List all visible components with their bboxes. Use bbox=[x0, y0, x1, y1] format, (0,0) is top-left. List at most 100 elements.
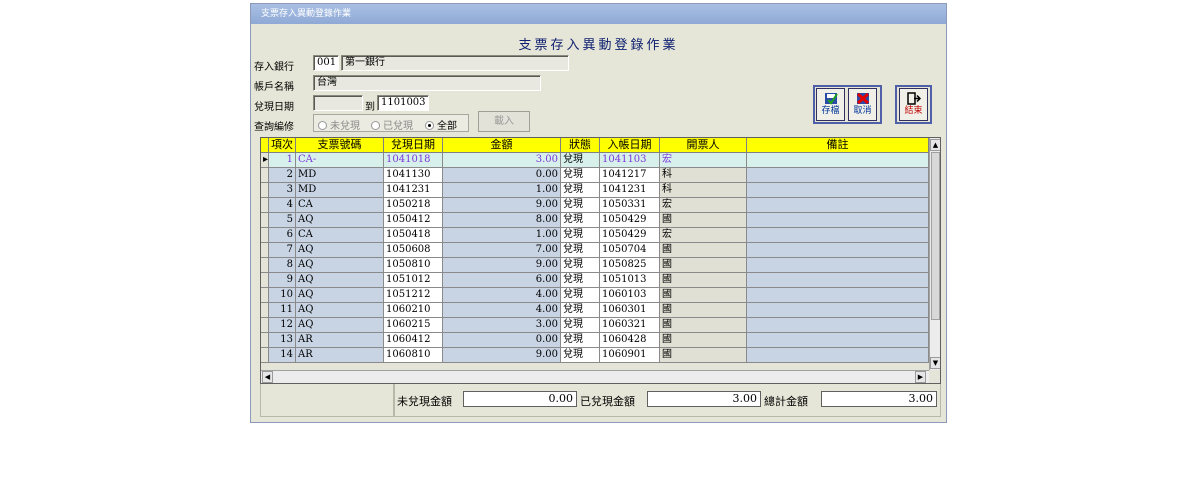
cell-entry-date[interactable]: 1041103 bbox=[600, 153, 660, 168]
scroll-up-icon[interactable]: ▲ bbox=[930, 139, 940, 151]
cell-drawer[interactable]: 國 bbox=[660, 288, 747, 303]
table-row[interactable]: 14 AR 1060810 9.00 兌現 1060901 國 bbox=[261, 348, 929, 363]
cell-status[interactable]: 兌現 bbox=[561, 288, 600, 303]
cell-cash-date[interactable]: 1051012 bbox=[384, 273, 443, 288]
cell-cash-date[interactable]: 1050810 bbox=[384, 258, 443, 273]
cell-cash-date[interactable]: 1041018 bbox=[384, 153, 443, 168]
cell-row-no[interactable]: 13 bbox=[269, 333, 296, 348]
row-selector[interactable] bbox=[261, 333, 269, 348]
cell-amount[interactable]: 8.00 bbox=[443, 213, 561, 228]
cell-row-no[interactable]: 4 bbox=[269, 198, 296, 213]
row-selector[interactable] bbox=[261, 168, 269, 183]
cell-cash-date[interactable]: 1050608 bbox=[384, 243, 443, 258]
row-selector[interactable] bbox=[261, 243, 269, 258]
horizontal-scrollbar[interactable]: ◀ ▶ bbox=[261, 370, 929, 383]
save-button[interactable]: 存檔 bbox=[816, 88, 845, 121]
table-row[interactable]: 5 AQ 1050412 8.00 兌現 1050429 國 bbox=[261, 213, 929, 228]
cell-entry-date[interactable]: 1050825 bbox=[600, 258, 660, 273]
cell-amount[interactable]: 3.00 bbox=[443, 318, 561, 333]
cell-amount[interactable]: 3.00 bbox=[443, 153, 561, 168]
radio-uncashed[interactable]: 未兌現 bbox=[318, 117, 360, 132]
cell-drawer[interactable]: 宏 bbox=[660, 198, 747, 213]
row-selector[interactable] bbox=[261, 258, 269, 273]
radio-cashed[interactable]: 已兌現 bbox=[371, 117, 413, 132]
cell-cheque-number[interactable]: AQ bbox=[296, 303, 384, 318]
scroll-down-icon[interactable]: ▼ bbox=[930, 357, 940, 369]
cell-row-no[interactable]: 10 bbox=[269, 288, 296, 303]
cell-cheque-number[interactable]: CA bbox=[296, 228, 384, 243]
cell-drawer[interactable]: 國 bbox=[660, 303, 747, 318]
cell-row-no[interactable]: 1 bbox=[269, 153, 296, 168]
cell-status[interactable]: 兌現 bbox=[561, 243, 600, 258]
cell-amount[interactable]: 1.00 bbox=[443, 183, 561, 198]
cell-cash-date[interactable]: 1060810 bbox=[384, 348, 443, 363]
scroll-left-icon[interactable]: ◀ bbox=[262, 371, 273, 383]
cell-drawer[interactable]: 國 bbox=[660, 318, 747, 333]
cell-cash-date[interactable]: 1050418 bbox=[384, 228, 443, 243]
scroll-right-icon[interactable]: ▶ bbox=[915, 371, 926, 383]
cell-cheque-number[interactable]: AR bbox=[296, 348, 384, 363]
cell-cheque-number[interactable]: AQ bbox=[296, 318, 384, 333]
cell-cheque-number[interactable]: MD bbox=[296, 183, 384, 198]
cell-cheque-number[interactable]: AQ bbox=[296, 243, 384, 258]
cell-amount[interactable]: 4.00 bbox=[443, 288, 561, 303]
row-selector[interactable] bbox=[261, 303, 269, 318]
col-header-cash-date[interactable]: 兌現日期 bbox=[384, 138, 443, 153]
cell-status[interactable]: 兌現 bbox=[561, 183, 600, 198]
cell-note[interactable] bbox=[747, 288, 929, 303]
cell-status[interactable]: 兌現 bbox=[561, 153, 600, 168]
cell-row-no[interactable]: 11 bbox=[269, 303, 296, 318]
cell-entry-date[interactable]: 1050704 bbox=[600, 243, 660, 258]
cell-entry-date[interactable]: 1060901 bbox=[600, 348, 660, 363]
cell-cash-date[interactable]: 1060412 bbox=[384, 333, 443, 348]
col-header-amount[interactable]: 金額 bbox=[443, 138, 561, 153]
cell-cheque-number[interactable]: AQ bbox=[296, 258, 384, 273]
cell-cheque-number[interactable]: CA bbox=[296, 198, 384, 213]
cell-cash-date[interactable]: 1060210 bbox=[384, 303, 443, 318]
cell-cash-date[interactable]: 1041130 bbox=[384, 168, 443, 183]
cell-drawer[interactable]: 國 bbox=[660, 273, 747, 288]
cell-entry-date[interactable]: 1060301 bbox=[600, 303, 660, 318]
cell-drawer[interactable]: 國 bbox=[660, 243, 747, 258]
cell-status[interactable]: 兌現 bbox=[561, 333, 600, 348]
row-selector[interactable] bbox=[261, 273, 269, 288]
cell-row-no[interactable]: 7 bbox=[269, 243, 296, 258]
cell-status[interactable]: 兌現 bbox=[561, 348, 600, 363]
cell-note[interactable] bbox=[747, 333, 929, 348]
cell-amount[interactable]: 1.00 bbox=[443, 228, 561, 243]
col-header-no[interactable]: 項次 bbox=[269, 138, 296, 153]
cell-row-no[interactable]: 2 bbox=[269, 168, 296, 183]
cell-cash-date[interactable]: 1051212 bbox=[384, 288, 443, 303]
cell-amount[interactable]: 0.00 bbox=[443, 333, 561, 348]
table-row[interactable]: 11 AQ 1060210 4.00 兌現 1060301 國 bbox=[261, 303, 929, 318]
cell-drawer[interactable]: 國 bbox=[660, 348, 747, 363]
table-row[interactable]: 13 AR 1060412 0.00 兌現 1060428 國 bbox=[261, 333, 929, 348]
cell-cash-date[interactable]: 1041231 bbox=[384, 183, 443, 198]
cell-note[interactable] bbox=[747, 228, 929, 243]
cell-status[interactable]: 兌現 bbox=[561, 273, 600, 288]
date-to-input[interactable]: 1101003 bbox=[377, 95, 429, 111]
table-row[interactable]: 4 CA 1050218 9.00 兌現 1050331 宏 bbox=[261, 198, 929, 213]
table-row[interactable]: 12 AQ 1060215 3.00 兌現 1060321 國 bbox=[261, 318, 929, 333]
cell-entry-date[interactable]: 1060428 bbox=[600, 333, 660, 348]
cell-note[interactable] bbox=[747, 303, 929, 318]
cell-entry-date[interactable]: 1050429 bbox=[600, 228, 660, 243]
cell-cheque-number[interactable]: AR bbox=[296, 333, 384, 348]
table-row[interactable]: 10 AQ 1051212 4.00 兌現 1060103 國 bbox=[261, 288, 929, 303]
cell-row-no[interactable]: 6 bbox=[269, 228, 296, 243]
vertical-scrollbar[interactable]: ▲ ▼ bbox=[929, 138, 940, 370]
cell-cheque-number[interactable]: MD bbox=[296, 168, 384, 183]
cell-cheque-number[interactable]: AQ bbox=[296, 213, 384, 228]
row-pointer-icon[interactable]: ▸ bbox=[261, 153, 269, 168]
cell-note[interactable] bbox=[747, 213, 929, 228]
row-selector[interactable] bbox=[261, 228, 269, 243]
cell-drawer[interactable]: 國 bbox=[660, 333, 747, 348]
table-row[interactable]: 8 AQ 1050810 9.00 兌現 1050825 國 bbox=[261, 258, 929, 273]
cell-entry-date[interactable]: 1051013 bbox=[600, 273, 660, 288]
cell-status[interactable]: 兌現 bbox=[561, 318, 600, 333]
cell-amount[interactable]: 7.00 bbox=[443, 243, 561, 258]
cell-note[interactable] bbox=[747, 168, 929, 183]
cell-note[interactable] bbox=[747, 273, 929, 288]
bank-code-input[interactable]: 001 bbox=[313, 55, 339, 71]
cell-amount[interactable]: 4.00 bbox=[443, 303, 561, 318]
